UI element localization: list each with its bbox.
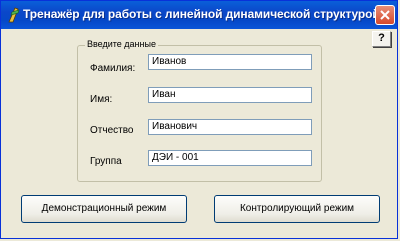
group-label: Группа <box>90 156 122 167</box>
control-mode-button[interactable]: Контролирующий режим <box>214 195 380 223</box>
close-button[interactable] <box>375 5 395 25</box>
window-title: Тренажёр для работы с линейной динамичес… <box>23 7 380 21</box>
surname-label: Фамилия: <box>90 63 136 74</box>
groupbox-legend: Введите данные <box>85 39 158 49</box>
patronymic-field[interactable]: Иванович <box>148 119 312 135</box>
app-icon <box>6 6 22 24</box>
close-icon <box>380 10 390 20</box>
app-window: Тренажёр для работы с линейной динамичес… <box>0 0 398 239</box>
name-field[interactable]: Иван <box>148 87 312 103</box>
help-button[interactable]: ? <box>372 31 391 47</box>
group-field[interactable]: ДЭИ - 001 <box>148 150 312 166</box>
title-bar[interactable]: Тренажёр для работы с линейной динамичес… <box>1 1 397 29</box>
patronymic-label: Отчество <box>90 125 134 136</box>
name-label: Имя: <box>90 94 113 105</box>
demo-mode-button[interactable]: Демонстрационный режим <box>21 195 187 223</box>
surname-field[interactable]: Иванов <box>148 54 312 70</box>
